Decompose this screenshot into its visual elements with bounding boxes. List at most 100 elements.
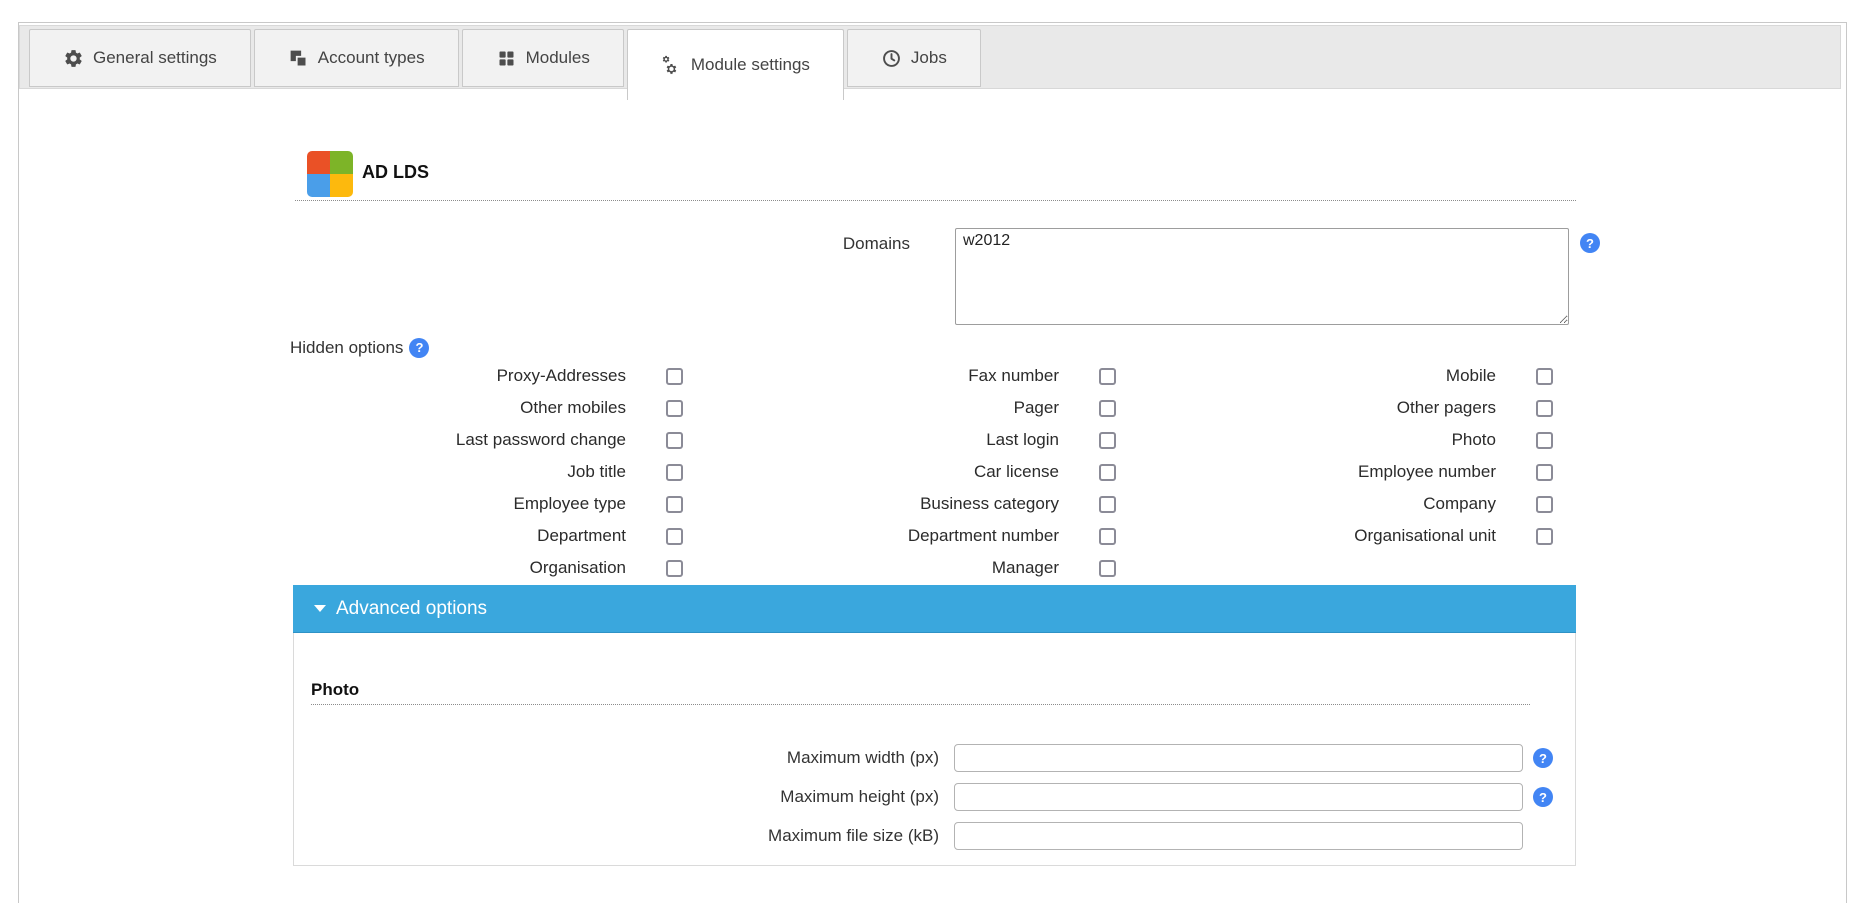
logo-square-blue bbox=[307, 174, 330, 197]
checkbox[interactable] bbox=[1536, 368, 1553, 385]
checkbox[interactable] bbox=[1099, 464, 1116, 481]
checkbox[interactable] bbox=[666, 560, 683, 577]
microsoft-logo bbox=[307, 151, 353, 197]
tab-general-settings[interactable]: General settings bbox=[29, 29, 251, 87]
max-file-size-input[interactable] bbox=[954, 822, 1523, 850]
checkbox[interactable] bbox=[1099, 432, 1116, 449]
hidden-option-row: Organisational unit bbox=[1149, 520, 1576, 552]
help-icon[interactable]: ? bbox=[409, 338, 429, 358]
tab-label: General settings bbox=[93, 48, 217, 68]
hidden-options-grid: Proxy-Addresses Other mobiles Last passw… bbox=[295, 360, 1576, 584]
hidden-option-row: Manager bbox=[722, 552, 1149, 584]
checkbox[interactable] bbox=[1536, 400, 1553, 417]
help-icon[interactable]: ? bbox=[1533, 748, 1553, 768]
checkbox[interactable] bbox=[666, 432, 683, 449]
gears-icon bbox=[661, 55, 682, 76]
max-width-label: Maximum width (px) bbox=[294, 744, 939, 772]
max-height-label: Maximum height (px) bbox=[294, 783, 939, 811]
checkbox[interactable] bbox=[666, 496, 683, 513]
checkbox-label: Business category bbox=[920, 494, 1059, 514]
help-icon[interactable]: ? bbox=[1580, 233, 1600, 253]
hidden-options-column-2: Fax number Pager Last login Car license … bbox=[722, 360, 1149, 584]
hidden-options-column-1: Proxy-Addresses Other mobiles Last passw… bbox=[295, 360, 722, 584]
checkbox-label: Pager bbox=[1014, 398, 1059, 418]
checkbox[interactable] bbox=[1099, 400, 1116, 417]
checkbox-label: Photo bbox=[1452, 430, 1496, 450]
domains-label: Domains bbox=[600, 230, 910, 258]
checkbox-label: Organisation bbox=[530, 558, 626, 578]
checkbox-label: Employee number bbox=[1358, 462, 1496, 482]
hidden-options-row: Hidden options ? bbox=[290, 337, 429, 359]
hidden-option-row: Photo bbox=[1149, 424, 1576, 456]
hidden-option-row: Last login bbox=[722, 424, 1149, 456]
chevron-down-icon bbox=[314, 605, 326, 612]
grid-icon bbox=[496, 48, 517, 69]
checkbox-label: Car license bbox=[974, 462, 1059, 482]
logo-square-red bbox=[307, 151, 330, 174]
logo-square-green bbox=[330, 151, 353, 174]
hidden-option-row: Mobile bbox=[1149, 360, 1576, 392]
hidden-option-row: Fax number bbox=[722, 360, 1149, 392]
advanced-options-panel: Photo Maximum width (px) ? Maximum heigh… bbox=[293, 633, 1576, 866]
hidden-option-row: Employee number bbox=[1149, 456, 1576, 488]
checkbox-label: Other pagers bbox=[1397, 398, 1496, 418]
hidden-option-row: Employee type bbox=[295, 488, 722, 520]
hidden-option-row: Last password change bbox=[295, 424, 722, 456]
domains-textarea[interactable]: w2012 bbox=[955, 228, 1569, 325]
checkbox[interactable] bbox=[1099, 496, 1116, 513]
hidden-option-row: Proxy-Addresses bbox=[295, 360, 722, 392]
checkbox[interactable] bbox=[1536, 528, 1553, 545]
checkbox-label: Last login bbox=[986, 430, 1059, 450]
module-settings-page: General settings Account types Modules bbox=[0, 0, 1872, 903]
checkbox[interactable] bbox=[666, 400, 683, 417]
checkbox-label: Other mobiles bbox=[520, 398, 626, 418]
checkbox-label: Department bbox=[537, 526, 626, 546]
hidden-option-row: Company bbox=[1149, 488, 1576, 520]
checkbox-label: Manager bbox=[992, 558, 1059, 578]
checkbox-label: Fax number bbox=[968, 366, 1059, 386]
hidden-option-row: Job title bbox=[295, 456, 722, 488]
tab-label: Modules bbox=[526, 48, 590, 68]
checkbox[interactable] bbox=[1099, 560, 1116, 577]
photo-section-heading: Photo bbox=[311, 680, 359, 700]
checkbox-label: Last password change bbox=[456, 430, 626, 450]
gear-icon bbox=[63, 48, 84, 69]
hidden-option-row: Other mobiles bbox=[295, 392, 722, 424]
checkbox[interactable] bbox=[1536, 464, 1553, 481]
checkbox[interactable] bbox=[666, 464, 683, 481]
checkbox[interactable] bbox=[1099, 368, 1116, 385]
tab-modules[interactable]: Modules bbox=[462, 29, 624, 87]
section-divider bbox=[295, 200, 1576, 201]
hidden-option-row: Other pagers bbox=[1149, 392, 1576, 424]
max-height-input[interactable] bbox=[954, 783, 1523, 811]
clock-icon bbox=[881, 48, 902, 69]
hidden-option-row: Business category bbox=[722, 488, 1149, 520]
checkbox[interactable] bbox=[666, 368, 683, 385]
hidden-option-row: Car license bbox=[722, 456, 1149, 488]
tab-label: Account types bbox=[318, 48, 425, 68]
checkbox-label: Department number bbox=[908, 526, 1059, 546]
checkbox-label: Mobile bbox=[1446, 366, 1496, 386]
tab-label: Jobs bbox=[911, 48, 947, 68]
advanced-options-header[interactable]: Advanced options bbox=[293, 585, 1576, 633]
checkbox[interactable] bbox=[1536, 432, 1553, 449]
max-file-size-label: Maximum file size (kB) bbox=[294, 822, 939, 850]
tab-module-settings[interactable]: Module settings bbox=[627, 29, 844, 100]
max-width-input[interactable] bbox=[954, 744, 1523, 772]
checkbox[interactable] bbox=[1536, 496, 1553, 513]
tab-label: Module settings bbox=[691, 55, 810, 75]
logo-square-yellow bbox=[330, 174, 353, 197]
photo-section-divider bbox=[311, 704, 1530, 705]
checkbox[interactable] bbox=[1099, 528, 1116, 545]
hidden-option-row: Department number bbox=[722, 520, 1149, 552]
module-title: AD LDS bbox=[362, 160, 429, 184]
hidden-option-row: Pager bbox=[722, 392, 1149, 424]
checkbox[interactable] bbox=[666, 528, 683, 545]
checkbox-label: Company bbox=[1423, 494, 1496, 514]
tab-strip: General settings Account types Modules bbox=[19, 25, 1841, 89]
help-icon[interactable]: ? bbox=[1533, 787, 1553, 807]
tab-jobs[interactable]: Jobs bbox=[847, 29, 981, 87]
advanced-options-label: Advanced options bbox=[336, 598, 487, 620]
tab-list: General settings Account types Modules bbox=[29, 29, 981, 100]
tab-account-types[interactable]: Account types bbox=[254, 29, 459, 87]
